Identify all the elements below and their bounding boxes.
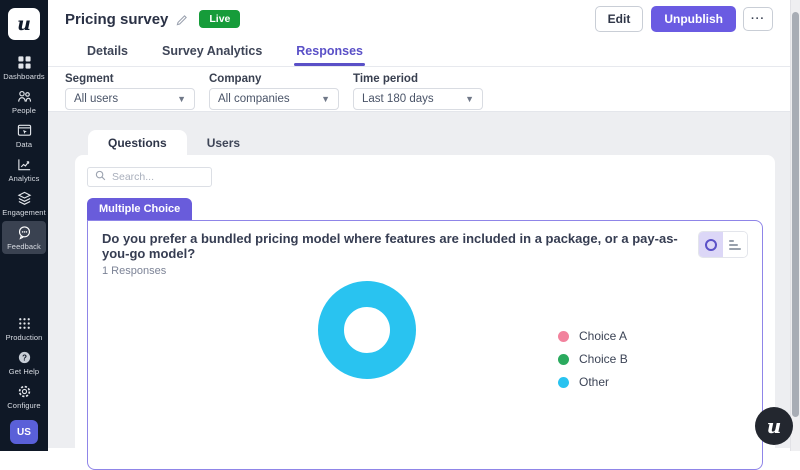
question-type-badge: Multiple Choice <box>87 198 192 220</box>
legend-dot-choice-b <box>558 354 569 365</box>
question-text: Do you prefer a bundled pricing model wh… <box>102 231 682 261</box>
donut-chart-icon <box>705 239 717 251</box>
legend-item[interactable]: Choice B <box>558 352 628 366</box>
engagement-icon <box>17 191 32 206</box>
sidebar-item-analytics[interactable]: Analytics <box>2 153 46 186</box>
status-badge: Live <box>199 10 240 28</box>
sidebar-item-data[interactable]: Data <box>2 119 46 152</box>
donut-ring <box>318 281 416 379</box>
user-avatar[interactable]: US <box>10 420 38 444</box>
tab-responses[interactable]: Responses <box>294 34 365 66</box>
legend-dot-choice-a <box>558 331 569 342</box>
company-select[interactable]: All companies ▼ <box>209 88 339 110</box>
legend-label: Choice B <box>579 352 628 366</box>
search-input[interactable] <box>112 171 202 183</box>
edit-button[interactable]: Edit <box>595 6 644 32</box>
chart-view-toggle <box>698 231 748 258</box>
select-value: All companies <box>218 93 290 105</box>
filter-time-period: Time period Last 180 days ▼ <box>353 73 483 111</box>
unpublish-button[interactable]: Unpublish <box>651 6 736 32</box>
scrollbar-thumb[interactable] <box>792 12 799 417</box>
time-period-select[interactable]: Last 180 days ▼ <box>353 88 483 110</box>
sidebar-item-production[interactable]: Production <box>2 312 46 345</box>
tab-questions[interactable]: Questions <box>88 130 187 155</box>
userpilot-widget-button[interactable]: u <box>755 407 793 445</box>
sidebar-footer: Production ? Get Help Configure US <box>0 312 48 451</box>
questions-panel: Multiple Choice Do you prefer a bundled … <box>75 155 775 455</box>
sidebar-item-feedback[interactable]: Feedback <box>2 221 46 254</box>
data-icon <box>17 123 32 138</box>
search-box[interactable] <box>87 167 212 187</box>
tab-users[interactable]: Users <box>187 130 260 155</box>
bar-chart-icon <box>729 240 741 250</box>
legend-item[interactable]: Choice A <box>558 329 628 343</box>
chart-legend: Choice A Choice B Other <box>558 329 628 389</box>
question-card: Do you prefer a bundled pricing model wh… <box>87 220 763 470</box>
legend-dot-other <box>558 377 569 388</box>
legend-label: Choice A <box>579 329 627 343</box>
filter-company: Company All companies ▼ <box>209 73 339 111</box>
sidebar-item-dashboards[interactable]: Dashboards <box>2 51 46 84</box>
page-scrollbar[interactable] <box>790 0 800 451</box>
sidebar-item-label: Dashboards <box>3 72 44 81</box>
search-icon <box>95 168 106 186</box>
responses-count: 1 Responses <box>102 265 682 277</box>
content-tabs: Questions Users <box>75 130 775 155</box>
survey-nav-tabs: Details Survey Analytics Responses <box>48 34 800 67</box>
help-icon: ? <box>17 350 32 365</box>
sidebar-item-label: People <box>12 106 36 115</box>
main-area: Pricing survey Live Edit Unpublish ··· D… <box>48 0 800 451</box>
tab-details[interactable]: Details <box>85 34 130 66</box>
filter-segment: Segment All users ▼ <box>65 73 195 111</box>
sidebar-item-label: Engagement <box>2 208 46 217</box>
legend-item[interactable]: Other <box>558 375 628 389</box>
select-value: All users <box>74 93 118 105</box>
chevron-down-icon: ▼ <box>177 94 186 104</box>
production-icon <box>17 316 32 331</box>
filter-label: Company <box>209 73 339 85</box>
svg-text:?: ? <box>22 353 27 362</box>
sidebar-item-label: Configure <box>7 401 40 410</box>
analytics-icon <box>17 157 32 172</box>
userpilot-logo[interactable]: u <box>8 8 40 40</box>
chevron-down-icon: ▼ <box>321 94 330 104</box>
feedback-icon <box>17 225 32 240</box>
sidebar-item-configure[interactable]: Configure <box>2 380 46 413</box>
filter-label: Time period <box>353 73 483 85</box>
edit-title-icon[interactable] <box>176 13 189 26</box>
tab-survey-analytics[interactable]: Survey Analytics <box>160 34 264 66</box>
sidebar-item-label: Data <box>16 140 32 149</box>
sidebar-item-label: Feedback <box>7 242 41 251</box>
sidebar-nav: Dashboards People Data Analytics Engagem <box>0 51 48 255</box>
sidebar-item-engagement[interactable]: Engagement <box>2 187 46 220</box>
chevron-down-icon: ▼ <box>465 94 474 104</box>
sidebar-item-label: Production <box>6 333 43 342</box>
sidebar-item-get-help[interactable]: ? Get Help <box>2 346 46 379</box>
more-options-button[interactable]: ··· <box>743 7 773 31</box>
select-value: Last 180 days <box>362 93 434 105</box>
sidebar-item-label: Analytics <box>9 174 40 183</box>
sidebar-item-people[interactable]: People <box>2 85 46 118</box>
donut-chart: Choice A Choice B Other <box>102 277 748 467</box>
people-icon <box>17 89 32 104</box>
segment-select[interactable]: All users ▼ <box>65 88 195 110</box>
bar-view-button[interactable] <box>723 232 747 257</box>
page-title: Pricing survey <box>65 11 168 28</box>
dashboards-icon <box>17 55 32 70</box>
donut-view-button[interactable] <box>699 232 723 257</box>
gear-icon <box>17 384 32 399</box>
page-header: Pricing survey Live Edit Unpublish ··· <box>48 0 800 34</box>
filter-bar: Segment All users ▼ Company All companie… <box>48 67 800 112</box>
sidebar: u Dashboards People Data Analytics <box>0 0 48 451</box>
sidebar-item-label: Get Help <box>9 367 39 376</box>
responses-content: Questions Users Multiple Choice Do you p… <box>48 112 800 448</box>
filter-label: Segment <box>65 73 195 85</box>
legend-label: Other <box>579 375 609 389</box>
